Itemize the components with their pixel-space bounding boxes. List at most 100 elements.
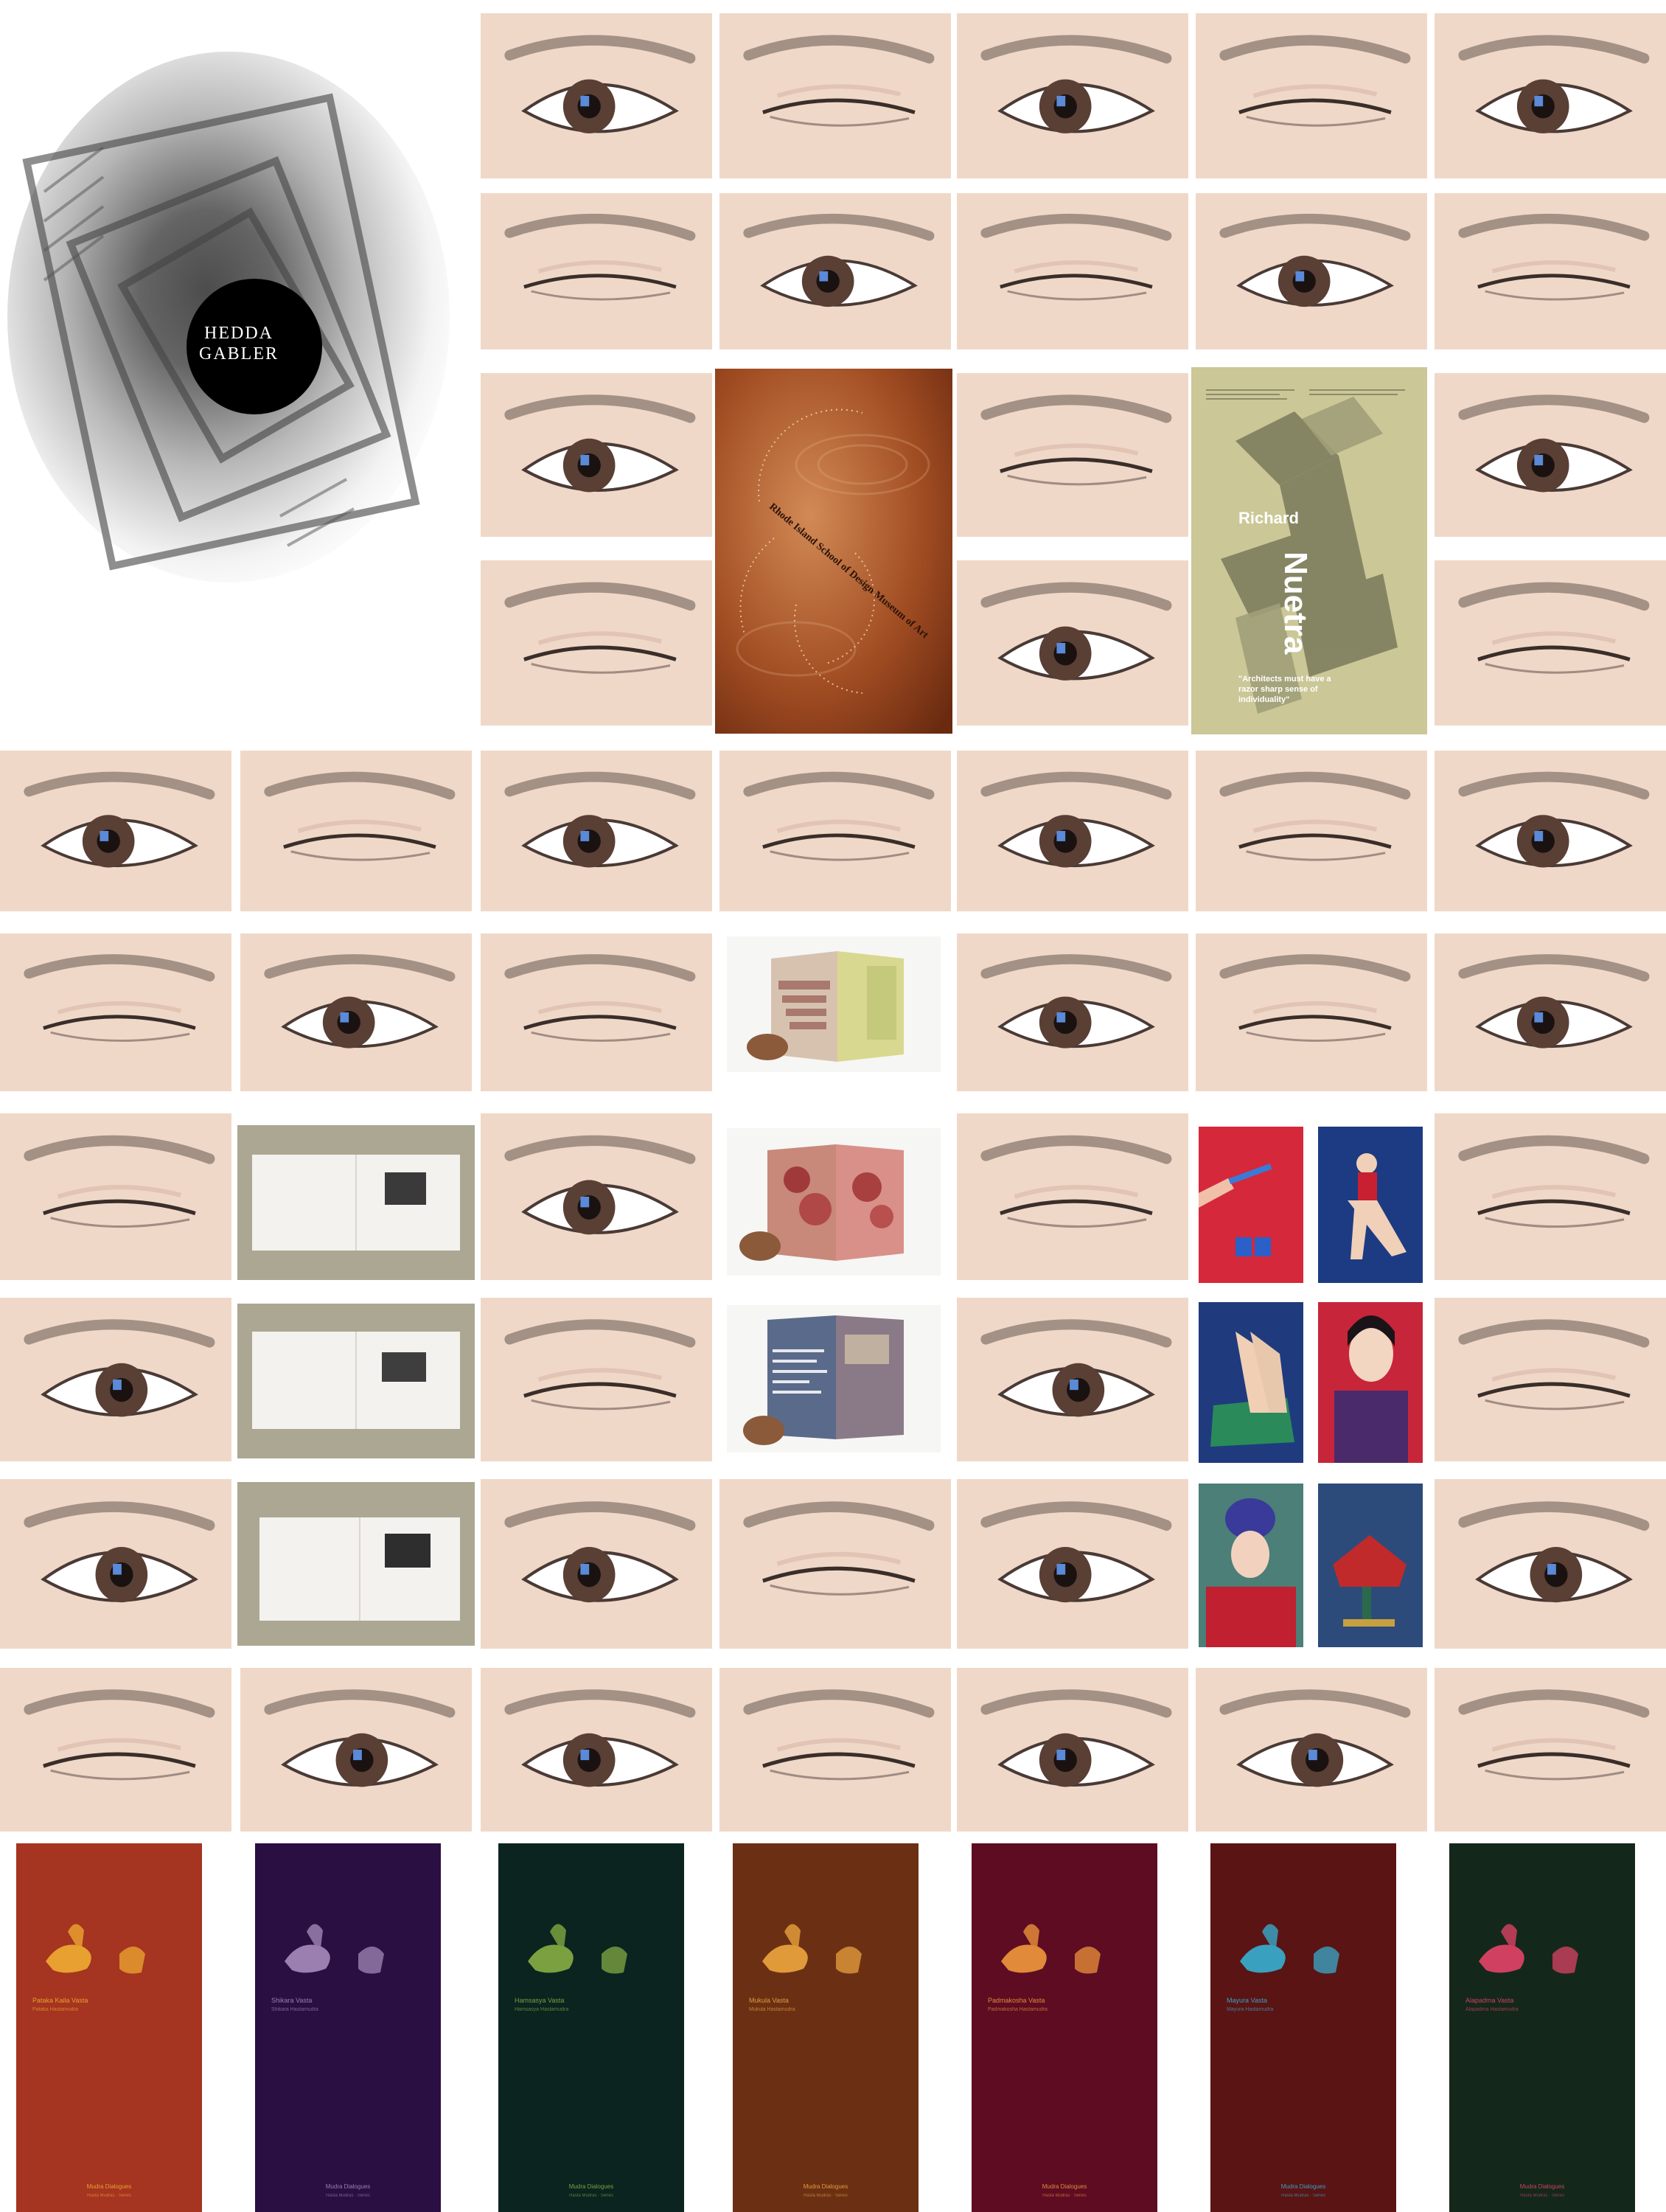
book-photo-grey-2 bbox=[237, 1304, 475, 1458]
mudra-name: Shikara Vasta bbox=[271, 1997, 313, 2004]
mudra-footer-sub: Hasta Mudras · Series bbox=[87, 2194, 131, 2198]
mudra-poster: Hamsasya Vasta Hamsasya Hastamudra Mudra D… bbox=[498, 1843, 684, 2212]
eye-tile-open bbox=[481, 1479, 712, 1649]
mudra-subtitle: Alapadma Hastamudra bbox=[1465, 2007, 1519, 2012]
eye-tile-closed bbox=[240, 751, 472, 911]
eye-tile-closed bbox=[1196, 13, 1427, 178]
eye-tile-open bbox=[0, 1479, 231, 1649]
eye-tile-closed bbox=[0, 933, 231, 1091]
mudra-name: Mayura Vasta bbox=[1227, 1997, 1267, 2004]
eye-tile-closed bbox=[957, 193, 1188, 349]
eye-tile-open bbox=[957, 751, 1188, 911]
book-photo-grey-1 bbox=[237, 1125, 475, 1280]
hedda-title-line1: HEDDA bbox=[204, 324, 273, 343]
eye-tile-closed bbox=[957, 373, 1188, 537]
mudra-footer-sub: Hasta Mudras · Series bbox=[1042, 2194, 1087, 2198]
mudra-footer: Mudra Dialogues bbox=[1280, 2183, 1326, 2190]
eye-tile-closed bbox=[1435, 1298, 1666, 1461]
mudra-footer: Mudra Dialogues bbox=[568, 2183, 614, 2190]
book-photo-grey-3 bbox=[237, 1482, 475, 1646]
mudra-footer-sub: Hasta Mudras · Series bbox=[569, 2194, 613, 2198]
mudra-poster: Alapadma Vasta Alapadma Hastamudra Mudra D… bbox=[1449, 1843, 1635, 2212]
mudra-subtitle: Shikara Hastamudra bbox=[271, 2007, 318, 2012]
mudra-name: Padmakosha Vasta bbox=[988, 1997, 1045, 2004]
hedda-gabler-poster: HEDDA GABLER bbox=[0, 0, 478, 730]
eye-tile-closed bbox=[957, 1113, 1188, 1280]
neutra-quote: "Architects must have a razor sharp sens… bbox=[1238, 675, 1331, 704]
mudra-footer-sub: Hasta Mudras · Series bbox=[804, 2194, 848, 2198]
photo-red-toothbrush bbox=[1199, 1127, 1303, 1283]
eye-tile-open bbox=[481, 373, 712, 537]
eye-tile-open bbox=[1435, 933, 1666, 1091]
eye-tile-open bbox=[957, 1298, 1188, 1461]
eye-tile-open bbox=[0, 1298, 231, 1461]
neutra-first-name: Richard bbox=[1238, 509, 1299, 527]
eye-tile-open bbox=[1435, 13, 1666, 178]
eye-tile-open bbox=[957, 1479, 1188, 1649]
mudra-name: Alapadma Vasta bbox=[1465, 1997, 1514, 2004]
eye-tile-open bbox=[1196, 1668, 1427, 1832]
mudra-name: Hamsasya Vasta bbox=[515, 1997, 565, 2004]
mudra-name: Mukula Vasta bbox=[749, 1997, 789, 2004]
eye-tile-closed bbox=[481, 933, 712, 1091]
eye-tile-closed bbox=[1435, 560, 1666, 726]
mudra-subtitle: Pataka Hastamudra bbox=[32, 2007, 78, 2012]
book-photo-pink bbox=[727, 1128, 941, 1276]
mudra-footer: Mudra Dialogues bbox=[325, 2183, 371, 2190]
eye-tile-open bbox=[1435, 1479, 1666, 1649]
eye-tile-closed bbox=[719, 751, 951, 911]
mudra-poster: Pataka Kaila Vasta Pataka Hastamudra Mudra… bbox=[16, 1843, 202, 2212]
eye-tile-open bbox=[957, 13, 1188, 178]
mudra-subtitle: Mayura Hastamudra bbox=[1227, 2007, 1274, 2012]
mudra-subtitle: Padmakosha Hastamudra bbox=[988, 2007, 1048, 2012]
mudra-footer: Mudra Dialogues bbox=[803, 2183, 848, 2190]
mudra-poster: Mayura Vasta Mayura Hastamudra Mudra Dialo… bbox=[1210, 1843, 1396, 2212]
eye-tile-closed bbox=[1435, 1668, 1666, 1832]
eye-tile-open bbox=[1196, 193, 1427, 349]
risd-museum-poster: Rhode Island School of Design Museum of … bbox=[715, 369, 952, 734]
eye-tile-open bbox=[719, 193, 951, 349]
photo-red-lamp bbox=[1318, 1484, 1423, 1647]
eye-tile-open bbox=[0, 751, 231, 911]
mudra-footer-sub: Hasta Mudras · Series bbox=[1520, 2194, 1564, 2198]
hedda-title-line2: GABLER bbox=[199, 344, 279, 364]
mudra-footer: Mudra Dialogues bbox=[1519, 2183, 1565, 2190]
eye-tile-open bbox=[481, 13, 712, 178]
mudra-footer-sub: Hasta Mudras · Series bbox=[1281, 2194, 1325, 2198]
photo-turban-man bbox=[1199, 1484, 1303, 1647]
eye-tile-open bbox=[957, 933, 1188, 1091]
eye-tile-closed bbox=[481, 193, 712, 349]
eye-tile-closed bbox=[719, 1479, 951, 1649]
eye-tile-closed bbox=[0, 1668, 231, 1832]
eye-tile-closed bbox=[481, 560, 712, 726]
mudra-footer: Mudra Dialogues bbox=[86, 2183, 132, 2190]
mudra-footer-sub: Hasta Mudras · Series bbox=[326, 2194, 370, 2198]
book-photo-staircase bbox=[727, 936, 941, 1072]
mudra-poster: Padmakosha Vasta Padmakosha Hastamudra Mud… bbox=[972, 1843, 1157, 2212]
eye-tile-open bbox=[481, 1113, 712, 1280]
eye-tile-closed bbox=[1196, 751, 1427, 911]
eye-tile-closed bbox=[1196, 933, 1427, 1091]
eye-tile-open bbox=[240, 1668, 472, 1832]
mudra-poster: Mukula Vasta Mukula Hastamudra Mudra Dialo… bbox=[733, 1843, 919, 2212]
eye-tile-closed bbox=[719, 1668, 951, 1832]
eye-tile-open bbox=[957, 560, 1188, 726]
eye-tile-open bbox=[1435, 751, 1666, 911]
eye-tile-open bbox=[957, 1668, 1188, 1832]
book-photo-room bbox=[727, 1305, 941, 1453]
eye-tile-open bbox=[240, 933, 472, 1091]
neutra-poster: Richard Nuetra "Architects must have a r… bbox=[1191, 367, 1427, 734]
eye-tile-closed bbox=[719, 13, 951, 178]
eye-tile-open bbox=[481, 1668, 712, 1832]
mudra-subtitle: Hamsasya Hastamudra bbox=[515, 2007, 569, 2012]
mudra-poster: Shikara Vasta Shikara Hastamudra Mudra Dia… bbox=[255, 1843, 441, 2212]
neutra-last-name: Nuetra bbox=[1278, 552, 1314, 655]
photo-blue-sitting bbox=[1318, 1127, 1423, 1283]
mudra-subtitle: Mukula Hastamudra bbox=[749, 2007, 795, 2012]
mudra-footer: Mudra Dialogues bbox=[1042, 2183, 1087, 2190]
eye-tile-closed bbox=[0, 1113, 231, 1280]
eye-tile-closed bbox=[1435, 1113, 1666, 1280]
eye-tile-open bbox=[1435, 373, 1666, 537]
eye-tile-closed bbox=[1435, 193, 1666, 349]
photo-portrait-woman bbox=[1318, 1302, 1423, 1463]
